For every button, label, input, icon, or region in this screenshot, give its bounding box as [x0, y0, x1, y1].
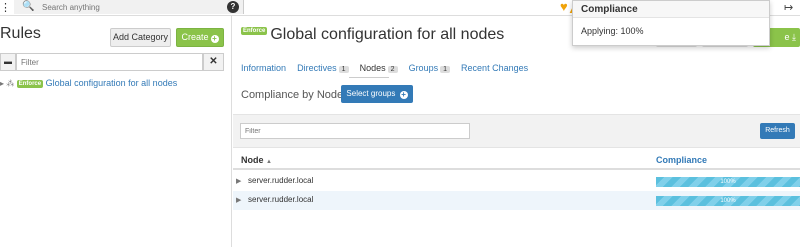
- add-category-button[interactable]: Add Category: [110, 28, 171, 47]
- expand-caret-icon[interactable]: ▶: [236, 196, 241, 204]
- compliance-tooltip: Compliance Applying: 100%: [572, 0, 770, 46]
- create-button[interactable]: Create +: [176, 28, 224, 47]
- refresh-button[interactable]: Refresh: [760, 123, 795, 139]
- tree-expand-icon: ▸ ⁂: [0, 79, 15, 88]
- enforce-badge: Enforce: [241, 27, 268, 35]
- tooltip-body: Applying: 100%: [581, 26, 644, 36]
- tab-label: Nodes: [359, 63, 386, 73]
- heart-icon[interactable]: ♥: [560, 0, 568, 14]
- select-groups-label: Select groups: [346, 89, 396, 98]
- node-name: server.rudder.local: [248, 176, 314, 185]
- plus-icon: +: [210, 34, 219, 43]
- active-tab-indicator: [349, 77, 389, 78]
- tab-label: Groups: [408, 63, 439, 73]
- logout-icon[interactable]: ↦: [784, 1, 793, 15]
- sort-asc-icon: ▲: [266, 159, 272, 165]
- tree-item-rule[interactable]: ▸ ⁂ Enforce Global configuration for all…: [0, 78, 177, 88]
- tab-groups[interactable]: Groups 1: [409, 63, 450, 73]
- table-filter-input[interactable]: [240, 123, 470, 139]
- tab-count: 1: [440, 66, 450, 73]
- table-header-divider: [233, 168, 800, 170]
- compliance-bar: 100%: [656, 196, 800, 206]
- column-header-compliance[interactable]: Compliance: [656, 155, 707, 165]
- tree-filter: ▬ ✕: [0, 53, 224, 71]
- tree-filter-input[interactable]: [16, 53, 203, 71]
- tab-directives[interactable]: Directives 1: [297, 63, 349, 73]
- rule-details: Enforce Global configuration for all node…: [233, 16, 800, 247]
- global-search-input[interactable]: [42, 0, 232, 14]
- tab-recent-changes[interactable]: Recent Changes: [461, 63, 528, 73]
- rules-title: Rules: [0, 25, 41, 42]
- tooltip-title: Compliance: [573, 1, 769, 18]
- select-groups-button[interactable]: Select groups +: [341, 85, 413, 103]
- page-title-text: Global configuration for all nodes: [270, 26, 505, 43]
- rules-sidebar: Rules Add Category Create+ ▬ ✕ ▸ ⁂ Enfor…: [0, 16, 232, 247]
- menu-icon[interactable]: ⋮: [0, 1, 11, 15]
- tab-information[interactable]: Information: [241, 63, 286, 73]
- tab-label: Directives: [297, 63, 337, 73]
- folder-icon[interactable]: ▬: [0, 53, 16, 71]
- tab-count: 2: [387, 66, 398, 73]
- create-button-label: Create: [181, 32, 209, 42]
- column-header-node[interactable]: Node ▲: [241, 155, 272, 165]
- section-title: Compliance by Nodes: [241, 89, 349, 101]
- close-icon[interactable]: ✕: [203, 53, 224, 71]
- save-button-label: e: [784, 32, 790, 42]
- expand-caret-icon[interactable]: ▶: [236, 177, 241, 185]
- tab-count: 1: [338, 66, 349, 73]
- tab-label: Recent Changes: [461, 63, 529, 73]
- tab-label: Information: [241, 63, 287, 73]
- node-name: server.rudder.local: [248, 195, 314, 204]
- column-header-label: Node: [241, 155, 264, 165]
- rule-tabs: Information Directives 1 Nodes 2 Groups 1 R…: [241, 62, 536, 76]
- global-search[interactable]: 🔍: [14, 0, 244, 14]
- tab-nodes[interactable]: Nodes 2: [360, 63, 398, 73]
- search-icon: 🔍: [22, 1, 35, 12]
- help-icon[interactable]: ?: [227, 1, 239, 13]
- tree-item-label: Global configuration for all nodes: [45, 78, 178, 88]
- table-row[interactable]: ▶ server.rudder.local 100%: [233, 172, 800, 191]
- table-row[interactable]: ▶ server.rudder.local 100%: [233, 191, 800, 210]
- table-toolbar: Refresh: [233, 114, 800, 148]
- compliance-bar: 100%: [656, 177, 800, 187]
- enforce-badge: Enforce: [16, 80, 44, 88]
- plus-icon: +: [399, 90, 408, 99]
- download-icon: ⤓: [792, 32, 796, 42]
- page-title: Enforce Global configuration for all node…: [241, 26, 504, 44]
